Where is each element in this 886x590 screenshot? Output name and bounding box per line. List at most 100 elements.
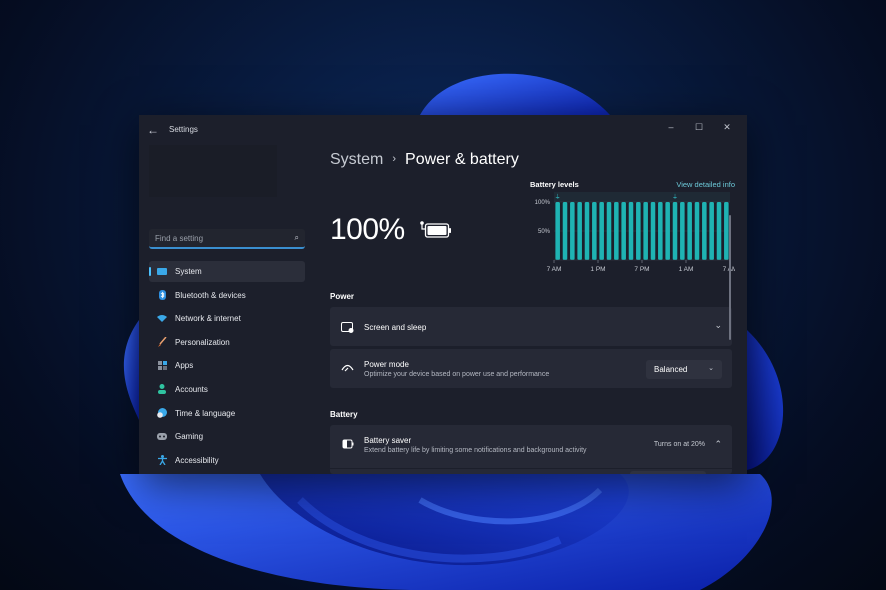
close-button[interactable]: ✕ [713,119,741,135]
search-placeholder: Find a setting [155,234,204,243]
power-mode-dropdown[interactable]: Balanced ⌄ [646,360,722,379]
card-title: Screen and sleep [364,323,427,332]
charging-plug-icon: ⏚ [555,194,561,201]
sidebar-item-time-language[interactable]: Time & language [149,403,305,424]
sidebar-item-label: Accounts [175,384,208,394]
chart-bar [570,202,575,260]
y-tick-label: 50% [538,229,551,235]
power-mode-icon [340,361,354,375]
monitor-icon [157,267,167,277]
chart-bar [716,202,722,260]
chevron-up-icon[interactable]: ⌃ [714,439,722,450]
battery-section-label: Battery [330,410,358,419]
chart-bar [724,202,729,260]
globe-clock-icon [157,408,167,418]
chart-bar [577,202,582,260]
battery-percentage: 100% [330,213,405,246]
sidebar-item-gaming[interactable]: Gaming [149,426,305,447]
gamepad-icon [157,432,167,442]
breadcrumb-parent[interactable]: System [330,151,383,168]
profile-area[interactable] [149,145,277,197]
back-arrow-icon[interactable]: ← [147,123,161,137]
sidebar-item-privacy[interactable]: Privacy & security [149,473,305,474]
search-icon[interactable]: ⌕ [295,233,299,243]
screen-sleep-icon [340,320,354,334]
chart-bar [606,202,612,260]
chevron-down-icon: ⌄ [708,365,714,372]
minimize-button[interactable]: – [657,119,685,135]
chart-bar [643,202,648,260]
battery-saver-card[interactable]: Battery saver Extend battery life by lim… [330,425,732,474]
sidebar-item-label: System [175,267,202,276]
x-tick-label: 7 AM [547,266,562,273]
chart-bar [672,202,678,260]
app-title: Settings [169,125,198,134]
battery-charging-icon [420,221,451,238]
charging-band [554,192,730,202]
chart-bar [658,202,663,260]
chart-bar [628,202,634,260]
sidebar-item-accessibility[interactable]: Accessibility [149,450,305,471]
sidebar-item-network[interactable]: Network & internet [149,308,305,329]
chart-bar [680,202,685,260]
sidebar-item-system[interactable]: System [149,261,305,282]
main-content: System › Power & battery 100% Battery leve… [330,145,735,474]
chart-bar [621,202,626,260]
maximize-button[interactable]: ☐ [685,119,713,135]
x-tick-label: 1 AM [679,266,694,273]
chart-bar [687,202,692,260]
chart-bar [650,202,656,260]
wifi-icon [157,314,167,324]
page-title: Power & battery [405,151,519,168]
sidebar-item-bluetooth[interactable]: Bluetooth & devices [149,285,305,306]
card-title: Battery saver [364,436,412,445]
chart-bar [584,202,590,260]
chart-bar [665,202,670,260]
sidebar-item-label: Apps [175,361,194,371]
scrollbar[interactable] [729,215,731,340]
y-tick-label: 100% [535,200,551,206]
card-divider [330,468,732,469]
chart-bar [709,202,714,260]
sidebar-item-label: Gaming [175,432,204,442]
bluetooth-icon [157,290,167,301]
chart-bar [694,202,700,260]
x-tick-label: 7 PM [634,266,649,273]
sidebar-item-label: Time & language [175,408,236,418]
chart-title: Battery levels [530,180,579,189]
sidebar-nav: System Bluetooth & devices Network & int… [149,261,305,474]
chart-plot: 100%50%⏚⏚7 AM1 PM7 PM1 AM7 AM [535,192,735,273]
breadcrumb: System › Power & battery [330,151,519,169]
sidebar-item-label: Personalization [175,337,230,347]
chart-bar [562,202,568,260]
chart-bar [614,202,619,260]
charging-plug-icon: ⏚ [672,194,678,201]
chart-bar [636,202,641,260]
title-bar: ← Settings – ☐ ✕ [139,115,747,145]
sidebar-item-accounts[interactable]: Accounts [149,379,305,400]
breadcrumb-separator: › [392,153,397,165]
power-mode-card: Power mode Optimize your device based on… [330,349,732,388]
sidebar-item-apps[interactable]: Apps [149,355,305,376]
battery-saver-status: Turns on at 20% [653,441,705,448]
sidebar-item-personalization[interactable]: Personalization [149,332,305,353]
battery-saver-threshold-dropdown[interactable] [630,471,706,474]
screen-sleep-card[interactable]: Screen and sleep ⌄ [330,307,732,346]
battery-levels-chart: Battery levels View detailed info 100% 50… [530,180,735,280]
active-indicator [149,267,151,276]
card-subtitle: Optimize your device based on power use … [364,371,550,378]
chart-bar [555,202,560,260]
sidebar: Find a setting ⌕ System Bluetooth & devi… [139,145,314,474]
power-section-label: Power [330,292,355,301]
settings-window: ← Settings – ☐ ✕ Find a setting ⌕ System… [139,115,747,474]
card-title: Power mode [364,360,409,369]
view-detailed-info-link[interactable]: View detailed info [676,180,735,189]
chart-bar [599,202,604,260]
x-tick-label: 1 PM [590,266,605,273]
card-subtitle: Extend battery life by limiting some not… [364,447,587,454]
battery-saver-icon [340,437,354,451]
chart-bar [702,202,707,260]
chevron-down-icon[interactable]: ⌄ [714,320,722,331]
search-input[interactable]: Find a setting ⌕ [149,229,305,249]
apps-icon [157,361,167,371]
